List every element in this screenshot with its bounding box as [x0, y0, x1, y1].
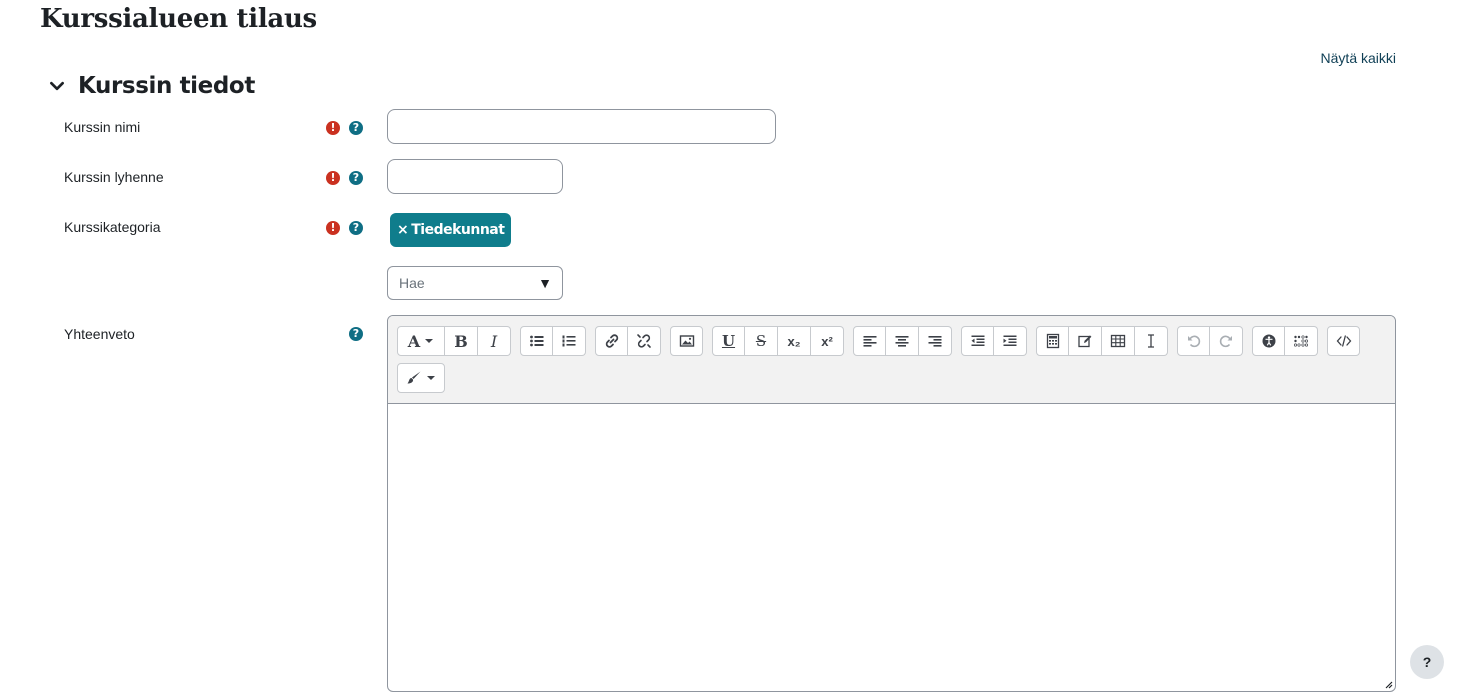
universal-access-icon [1262, 334, 1275, 348]
underline-label: U [721, 332, 736, 350]
subscript-button[interactable]: x₂ [778, 326, 811, 356]
list-ul-icon [529, 335, 543, 347]
redo-button[interactable] [1210, 326, 1243, 356]
html-source-button[interactable] [1327, 326, 1360, 356]
summary-editor: A B I U S x₂ x² [387, 315, 1396, 692]
search-placeholder: Hae [399, 275, 425, 291]
page-title: Kurssialueen tilaus [40, 4, 317, 34]
undo-button[interactable] [1177, 326, 1210, 356]
accessibility-checker-button[interactable] [1252, 326, 1285, 356]
editor-toolbar: A B I U S x₂ x² [388, 316, 1395, 404]
table-icon [1110, 334, 1126, 348]
edit-icon [1078, 335, 1092, 348]
align-center-icon [895, 336, 909, 347]
toolbar-group-history [1177, 326, 1243, 356]
toolbar-group-links [595, 326, 661, 356]
course-name-label: Kurssin nimi [64, 119, 141, 135]
strikethrough-button[interactable]: S [745, 326, 778, 356]
editor-content-area[interactable] [388, 404, 1395, 691]
equation-button[interactable] [1036, 326, 1069, 356]
text-cursor-icon [1148, 334, 1154, 348]
outdent-button[interactable] [961, 326, 994, 356]
align-left-button[interactable] [853, 326, 886, 356]
link-button[interactable] [595, 326, 628, 356]
italic-label: I [490, 331, 498, 351]
font-style-label: A [407, 331, 421, 351]
subscript-label: x₂ [787, 333, 801, 349]
help-fab-button[interactable]: ? [1410, 645, 1444, 679]
superscript-button[interactable]: x² [811, 326, 844, 356]
underline-button[interactable]: U [712, 326, 745, 356]
ordered-list-button[interactable] [553, 326, 586, 356]
toolbar-group-paint [397, 363, 445, 393]
toolbar-group-insert [1036, 326, 1168, 356]
help-icon[interactable]: ? [349, 327, 363, 341]
align-right-icon [928, 336, 942, 347]
required-icon: ! [326, 171, 340, 185]
image-button[interactable] [670, 326, 703, 356]
bold-label: B [454, 331, 468, 351]
clear-formatting-button[interactable] [1135, 326, 1168, 356]
toolbar-group-lists [520, 326, 586, 356]
undo-icon [1187, 335, 1200, 348]
caret-down-icon[interactable]: ▼ [538, 275, 552, 291]
toolbar-group-image [670, 326, 703, 356]
redo-icon [1219, 335, 1232, 348]
unordered-list-button[interactable] [520, 326, 553, 356]
selected-category-label: Tiedekunnat [411, 222, 505, 238]
table-button[interactable] [1102, 326, 1135, 356]
paint-brush-icon [407, 371, 421, 384]
category-search-select[interactable]: Hae ▼ [387, 266, 563, 300]
strikethrough-label: S [755, 332, 767, 350]
required-icon: ! [326, 221, 340, 235]
calculator-icon [1046, 333, 1059, 349]
resize-handle-icon[interactable] [1383, 679, 1393, 689]
course-name-input[interactable] [387, 109, 776, 144]
indent-button[interactable] [994, 326, 1027, 356]
caret-down-icon [425, 339, 434, 343]
align-right-button[interactable] [919, 326, 952, 356]
toolbar-group-style: A B I [397, 326, 511, 356]
unlink-icon [637, 334, 651, 348]
show-all-link[interactable]: Näytä kaikki [1321, 50, 1396, 66]
bold-button[interactable]: B [445, 326, 478, 356]
indent-icon [1003, 335, 1017, 346]
font-style-button[interactable]: A [397, 326, 445, 356]
section-title: Kurssin tiedot [78, 73, 255, 99]
italic-button[interactable]: I [478, 326, 511, 356]
list-ol-icon [562, 335, 576, 347]
screenreader-helper-button[interactable] [1285, 326, 1318, 356]
unlink-button[interactable] [628, 326, 661, 356]
toolbar-group-accessibility [1252, 326, 1318, 356]
paint-brush-button[interactable] [397, 363, 445, 393]
course-shortname-label: Kurssin lyhenne [64, 169, 164, 185]
align-center-button[interactable] [886, 326, 919, 356]
superscript-label: x² [821, 333, 833, 349]
help-icon[interactable]: ? [349, 221, 363, 235]
align-left-icon [863, 336, 876, 347]
remove-tag-icon[interactable]: × [397, 222, 409, 238]
summary-label: Yhteenveto [64, 326, 135, 342]
caret-down-icon [427, 376, 435, 380]
image-icon [679, 335, 694, 347]
help-icon[interactable]: ? [349, 121, 363, 135]
toolbar-group-format: U S x₂ x² [712, 326, 844, 356]
toolbar-group-source [1327, 326, 1360, 356]
required-icon: ! [326, 121, 340, 135]
course-shortname-input[interactable] [387, 159, 563, 194]
section-header[interactable]: Kurssin tiedot [48, 70, 255, 102]
toolbar-group-indent [961, 326, 1027, 356]
outdent-icon [971, 335, 984, 346]
link-icon [605, 334, 618, 348]
chevron-down-icon[interactable] [48, 77, 66, 95]
category-label: Kurssikategoria [64, 219, 161, 235]
manage-files-button[interactable] [1069, 326, 1102, 356]
selected-category-tag[interactable]: × Tiedekunnat [390, 213, 512, 247]
braille-icon [1293, 335, 1309, 347]
code-icon [1336, 335, 1351, 347]
help-icon[interactable]: ? [349, 171, 363, 185]
toolbar-group-align [853, 326, 952, 356]
